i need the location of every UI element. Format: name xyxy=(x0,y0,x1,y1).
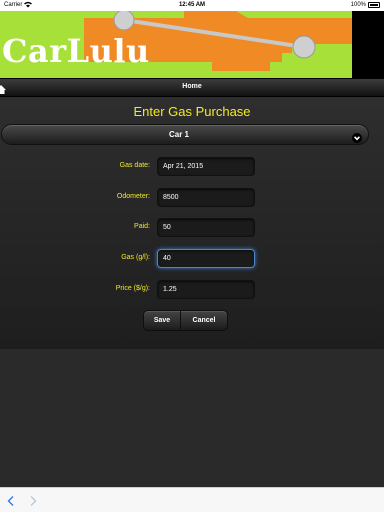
app-banner: CarLulu xyxy=(0,11,384,78)
header-title: Home xyxy=(182,83,202,90)
form-actions: Save Cancel xyxy=(143,310,228,331)
price-field[interactable]: 1.25 xyxy=(157,280,255,299)
status-time: 12:45 AM xyxy=(178,2,206,8)
browser-toolbar xyxy=(0,487,384,512)
car-select-value: Car 1 xyxy=(168,130,189,139)
car-select[interactable]: Car 1 xyxy=(1,124,369,145)
form-row-gas-date: Gas date: Apr 21, 2015 xyxy=(0,157,384,176)
form-row-odometer: Odometer: 8500 xyxy=(0,188,384,207)
form-row-paid: Paid: 50 xyxy=(0,218,384,237)
page-title: Enter Gas Purchase xyxy=(133,104,251,119)
gas-date-label: Gas date: xyxy=(119,162,150,169)
gas-purchase-form: Enter Gas Purchase Car 1 Gas date: Apr 2… xyxy=(0,97,384,349)
price-label: Price ($/g): xyxy=(115,285,150,292)
paid-label: Paid: xyxy=(134,223,150,230)
odometer-field[interactable]: 8500 xyxy=(157,188,255,207)
app-title: CarLulu xyxy=(2,32,150,70)
page-background xyxy=(0,349,384,487)
gas-amount-field[interactable]: 40 xyxy=(157,249,255,268)
paid-field[interactable]: 50 xyxy=(157,218,255,237)
chevron-right-icon[interactable] xyxy=(28,494,38,506)
header-bar: Home xyxy=(0,78,384,97)
odometer-label: Odometer: xyxy=(116,193,150,200)
cancel-button[interactable]: Cancel xyxy=(181,311,227,330)
gas-date-field[interactable]: Apr 21, 2015 xyxy=(157,157,255,176)
chevron-left-icon[interactable] xyxy=(6,494,16,506)
battery-percent: 100% xyxy=(350,2,366,8)
gas-amount-label: Gas (g/l): xyxy=(121,254,150,261)
form-row-price: Price ($/g): 1.25 xyxy=(0,280,384,299)
status-bar: Carrier 12:45 AM 100% xyxy=(0,0,384,11)
chevron-down-icon xyxy=(352,130,362,143)
battery-icon xyxy=(368,2,380,8)
save-button[interactable]: Save xyxy=(144,311,181,330)
form-row-gas-amount: Gas (g/l): 40 xyxy=(0,249,384,268)
